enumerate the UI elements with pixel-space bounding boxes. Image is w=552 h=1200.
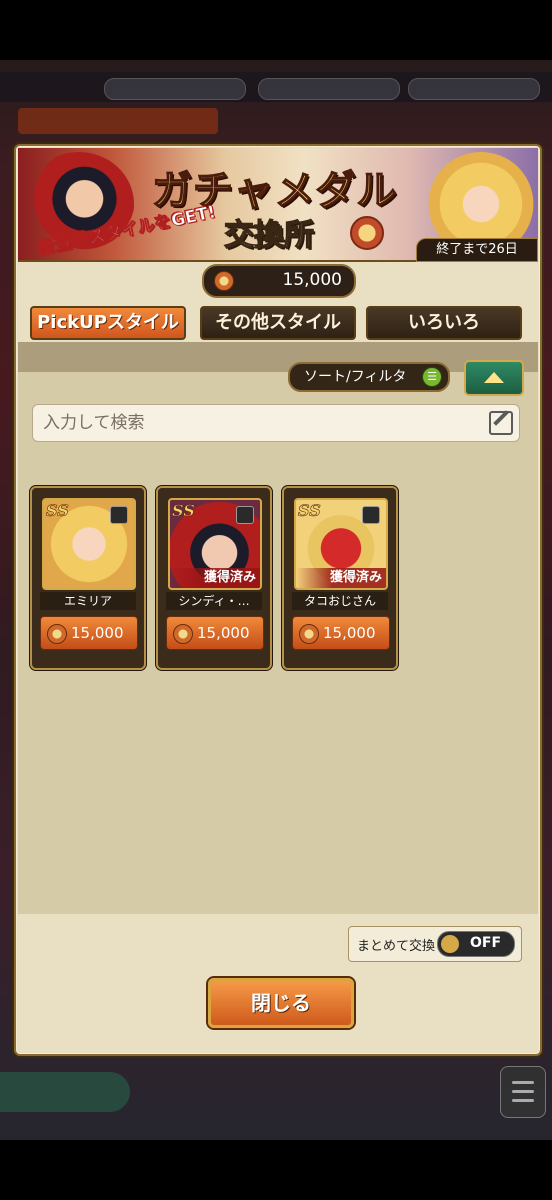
medal-coin-icon (214, 271, 234, 291)
search-field[interactable] (32, 404, 520, 442)
owned-label: 獲得済み (296, 568, 386, 588)
close-button[interactable]: 閉じる (208, 978, 354, 1028)
style-card[interactable]: SS 獲得済み シンディ・… 15,000 (156, 486, 272, 670)
bulk-exchange-toggle[interactable]: OFF (437, 931, 515, 957)
rank-badge: SS (172, 501, 195, 521)
toggle-knob (441, 935, 459, 953)
exchange-banner: ガチャメダル 交換所 新登場スタイルをGET! 終了まで26日 (18, 148, 538, 262)
collapse-button[interactable] (464, 360, 524, 396)
medal-balance-value: 15,000 (282, 270, 342, 290)
tab-other-style[interactable]: その他スタイル (200, 306, 356, 340)
character-name: シンディ・… (166, 592, 262, 610)
medal-balance: 15,000 (202, 264, 356, 298)
background-currency-pill (258, 78, 400, 100)
exchange-price-button[interactable]: 15,000 (292, 616, 390, 650)
tab-misc[interactable]: いろいろ (366, 306, 522, 340)
medal-coin-icon (173, 624, 193, 644)
list-header-strip (18, 342, 538, 372)
deadline-label: 終了まで26日 (416, 238, 538, 262)
background-currency-pill (104, 78, 246, 100)
navigation-bar-area (0, 1140, 552, 1200)
weapon-type-icon (236, 506, 254, 524)
background-back-button (0, 1072, 130, 1112)
medal-coin-icon (47, 624, 67, 644)
edit-icon[interactable] (489, 411, 513, 435)
exchange-price-button[interactable]: 15,000 (166, 616, 264, 650)
weapon-type-icon (362, 506, 380, 524)
sort-filter-button[interactable]: ソート/フィルタ ☰ (288, 362, 450, 392)
background-currency-pill (408, 78, 540, 100)
character-portrait: SS (42, 498, 136, 590)
price-value: 15,000 (323, 624, 376, 642)
search-input[interactable] (41, 409, 475, 437)
exchange-price-button[interactable]: 15,000 (40, 616, 138, 650)
price-value: 15,000 (71, 624, 124, 642)
toggle-state: OFF (470, 935, 502, 951)
banner-subtitle: 交換所 (223, 217, 314, 253)
character-name: タコおじさん (292, 592, 388, 610)
bulk-exchange-setting: まとめて交換 OFF (348, 926, 522, 962)
character-portrait: SS 獲得済み (294, 498, 388, 590)
tab-pickup-style[interactable]: PickUPスタイル (30, 306, 186, 340)
filter-icon: ☰ (422, 367, 442, 387)
owned-label: 獲得済み (170, 568, 260, 588)
rank-badge: SS (46, 501, 69, 521)
character-name: エミリア (40, 592, 136, 610)
rank-badge: SS (298, 501, 321, 521)
character-portrait: SS 獲得済み (168, 498, 262, 590)
sort-filter-label: ソート/フィルタ (304, 369, 407, 385)
background-gacha-tab (18, 108, 218, 134)
bulk-exchange-label: まとめて交換 (357, 939, 436, 954)
style-card[interactable]: SS エミリア 15,000 (30, 486, 146, 670)
medal-coin-icon (299, 624, 319, 644)
weapon-type-icon (110, 506, 128, 524)
menu-icon (500, 1066, 546, 1118)
status-bar-area (0, 0, 552, 60)
price-value: 15,000 (197, 624, 250, 642)
medal-icon (350, 216, 384, 250)
style-card[interactable]: SS 獲得済み タコおじさん 15,000 (282, 486, 398, 670)
medal-exchange-dialog: ガチャメダル 交換所 新登場スタイルをGET! 終了まで26日 15,000 P… (14, 144, 542, 1056)
triangle-up-icon (484, 372, 504, 383)
